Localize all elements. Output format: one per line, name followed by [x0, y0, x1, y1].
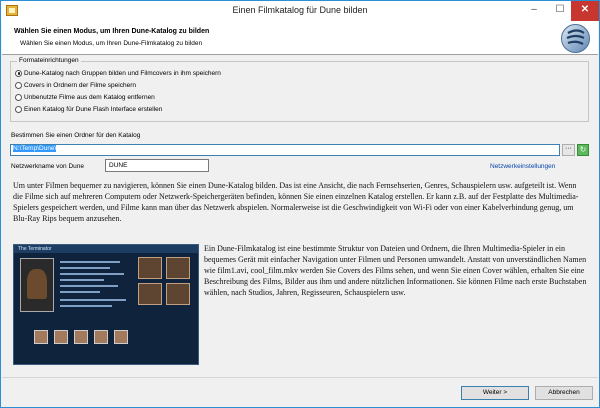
- description-paragraph-2: Ein Dune-Filmkatalog ist eine bestimmte …: [204, 244, 587, 297]
- header-title: Wählen Sie einen Modus, um Ihren Dune-Ka…: [14, 28, 210, 35]
- radio-label: Dune-Katalog nach Gruppen bilden und Fil…: [24, 69, 221, 77]
- radio-button[interactable]: [15, 105, 22, 113]
- next-button[interactable]: Weiter >: [461, 386, 529, 400]
- preview-still: [138, 283, 162, 305]
- preview-text-line: [60, 291, 100, 293]
- radio-option-groups[interactable]: Dune-Katalog nach Gruppen bilden und Fil…: [15, 68, 221, 78]
- network-settings-link[interactable]: Netzwerkeinstellungen: [490, 163, 555, 170]
- folder-path-value: N:\Temp\Dune\: [13, 145, 57, 152]
- radio-option-covers[interactable]: Covers in Ordnern der Filme speichern: [15, 80, 136, 90]
- folder-label: Bestimmen Sie einen Ordner für den Katal…: [11, 132, 141, 139]
- minimize-button[interactable]: –: [521, 1, 547, 21]
- preview-text-line: [60, 279, 104, 281]
- header-subtitle: Wählen Sie einen Modus, um Ihren Dune-Fi…: [20, 40, 203, 47]
- radio-option-flash-interface[interactable]: Einen Katalog für Dune Flash Interface e…: [15, 104, 162, 114]
- preview-text-line: [60, 305, 112, 307]
- format-settings-legend: Formateinrichtungen: [17, 57, 81, 64]
- radio-label: Covers in Ordnern der Filme speichern: [24, 81, 136, 89]
- window-title: Einen Filmkatalog für Dune bilden: [232, 5, 368, 15]
- close-button[interactable]: ✕: [571, 1, 599, 21]
- dialog-window: Einen Filmkatalog für Dune bilden – ☐ ✕ …: [0, 0, 600, 408]
- preview-still: [138, 257, 162, 279]
- wizard-footer: Weiter > Abbrechen: [2, 377, 598, 407]
- browse-folder-button[interactable]: ···: [562, 144, 575, 156]
- preview-actor-photo: [114, 330, 128, 344]
- preview-still: [166, 283, 190, 305]
- radio-button-checked[interactable]: [15, 69, 22, 77]
- radio-button[interactable]: [15, 81, 22, 89]
- title-bar[interactable]: Einen Filmkatalog für Dune bilden – ☐ ✕: [1, 1, 599, 21]
- radio-option-remove-unused[interactable]: Unbenutzte Filme aus dem Katalog entfern…: [15, 92, 155, 102]
- radio-label: Unbenutzte Filme aus dem Katalog entfern…: [24, 93, 155, 101]
- preview-poster: [20, 258, 54, 312]
- format-settings-group: Formateinrichtungen Dune-Katalog nach Gr…: [10, 57, 589, 122]
- description-paragraph-1: Um unter Filmen bequemer zu navigieren, …: [13, 181, 579, 223]
- refresh-icon[interactable]: ↻: [577, 144, 589, 156]
- dune-interface-preview-image: The Terminator: [13, 244, 199, 365]
- preview-text-line: [60, 285, 118, 287]
- preview-text-line: [60, 267, 110, 269]
- dune-logo-icon: [561, 24, 590, 53]
- preview-text-line: [60, 299, 126, 301]
- catalog-folder-input[interactable]: N:\Temp\Dune\: [10, 144, 560, 156]
- radio-button[interactable]: [15, 93, 22, 101]
- network-name-input[interactable]: DUNE: [105, 159, 209, 172]
- preview-actor-photo: [54, 330, 68, 344]
- preview-text-line: [60, 273, 124, 275]
- preview-actor-photo: [94, 330, 108, 344]
- preview-info: [60, 259, 132, 315]
- preview-movie-title: The Terminator: [18, 246, 52, 252]
- maximize-button[interactable]: ☐: [547, 1, 573, 21]
- preview-actor-photo: [74, 330, 88, 344]
- cancel-button[interactable]: Abbrechen: [535, 386, 593, 400]
- preview-actor-photo: [34, 330, 48, 344]
- radio-label: Einen Katalog für Dune Flash Interface e…: [24, 105, 163, 113]
- wizard-header: Wählen Sie einen Modus, um Ihren Dune-Ka…: [2, 21, 598, 55]
- preview-still: [166, 257, 190, 279]
- network-name-label: Netzwerkname von Dune: [11, 163, 84, 170]
- preview-text-line: [60, 261, 120, 263]
